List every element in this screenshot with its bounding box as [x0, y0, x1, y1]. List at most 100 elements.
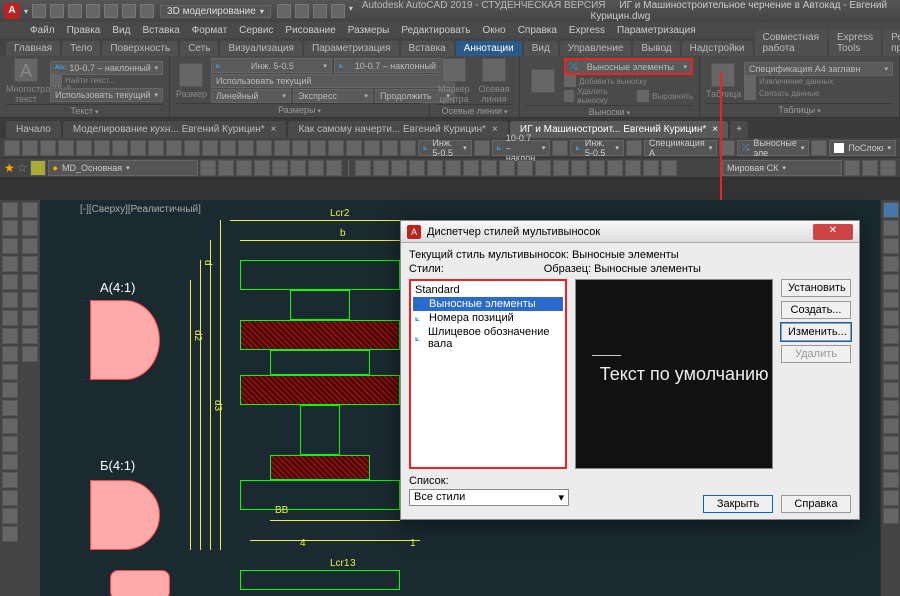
tool-icon[interactable] [22, 202, 38, 218]
tool-icon[interactable] [883, 436, 899, 452]
doc-tab-1[interactable]: Моделирование кухн... Евгений Курицин*× [63, 121, 287, 138]
extract-data-btn[interactable]: Извлечение данных [744, 76, 893, 88]
tool-icon[interactable] [22, 238, 38, 254]
close-tab-icon[interactable]: × [492, 124, 498, 135]
doc-tab-3[interactable]: ИГ и Машиностроит... Евгений Курицин*× [510, 121, 728, 138]
menu-draw[interactable]: Рисование [285, 25, 335, 36]
tool-icon[interactable] [22, 328, 38, 344]
tool-icon[interactable] [2, 382, 18, 398]
tb-ic[interactable] [373, 160, 389, 176]
rtab-view[interactable]: Вид [524, 41, 558, 56]
tb-ic[interactable] [535, 160, 551, 176]
menu-help[interactable]: Справка [518, 25, 557, 36]
arc-tool-icon[interactable] [2, 256, 18, 272]
tool-icon[interactable] [883, 472, 899, 488]
dialog-titlebar[interactable]: A Диспетчер стилей мультивыносок ✕ [401, 221, 859, 243]
tb-ic[interactable] [94, 140, 110, 156]
remove-leader-btn[interactable]: Удалить выноску [564, 87, 631, 105]
close-button[interactable]: Закрыть [703, 495, 773, 513]
tool-icon[interactable] [22, 310, 38, 326]
tool-icon[interactable] [2, 472, 18, 488]
style-item-standard[interactable]: Standard [413, 283, 563, 297]
hatch-tool-icon[interactable] [2, 310, 18, 326]
menu-format[interactable]: Формат [192, 25, 228, 36]
tb-ic[interactable] [328, 140, 344, 156]
tool-icon[interactable] [22, 346, 38, 362]
tool-icon[interactable] [883, 310, 899, 326]
circle-tool-icon[interactable] [2, 238, 18, 254]
qat-ic2[interactable] [295, 4, 309, 18]
tb-ic[interactable] [844, 160, 860, 176]
tool-icon[interactable] [883, 400, 899, 416]
tb-ic[interactable] [445, 160, 461, 176]
menu-modify[interactable]: Редактировать [401, 25, 470, 36]
bylayer-dd[interactable]: ПоСлою [829, 140, 896, 156]
menu-express[interactable]: Express [569, 25, 605, 36]
text-style-dropdown[interactable]: ᴬᵇᶜ10-0.7 – наклонный [50, 61, 163, 75]
tb-ic[interactable] [254, 160, 270, 176]
list-filter-dropdown[interactable]: Все стили [409, 489, 569, 506]
tb-ic[interactable] [310, 140, 326, 156]
qat-saveas-icon[interactable] [86, 4, 100, 18]
menu-file[interactable]: Файл [30, 25, 55, 36]
tb-ic[interactable] [517, 160, 533, 176]
qat-share-icon[interactable] [277, 4, 291, 18]
qat-redo-icon[interactable] [140, 4, 154, 18]
tb-ic[interactable] [202, 140, 218, 156]
tool-icon[interactable] [2, 328, 18, 344]
tb-ic[interactable] [274, 140, 290, 156]
delete-style-button[interactable]: Удалить [781, 345, 851, 363]
tool-icon[interactable] [2, 526, 18, 542]
tool-icon[interactable] [883, 292, 899, 308]
rtab-param[interactable]: Параметризация [304, 41, 399, 56]
tb-ic[interactable] [22, 140, 38, 156]
tb-ic[interactable] [382, 140, 398, 156]
nav-tool-icon[interactable] [883, 202, 899, 218]
tool-icon[interactable] [2, 418, 18, 434]
help-button[interactable]: Справка [781, 495, 851, 513]
panel-tables-title[interactable]: Таблицы [706, 103, 893, 115]
tb-ic[interactable] [499, 160, 515, 176]
tb-ic[interactable] [346, 140, 362, 156]
rtab-surface[interactable]: Поверхность [102, 41, 178, 56]
set-current-button[interactable]: Установить [781, 279, 851, 297]
tb-ic[interactable] [409, 160, 425, 176]
tb-ic[interactable] [220, 140, 236, 156]
rtab-featured[interactable]: Рекомендованные приложения [883, 30, 900, 56]
tool-icon[interactable] [883, 346, 899, 362]
menu-edit[interactable]: Правка [67, 25, 101, 36]
new-doc-tab[interactable]: + [730, 121, 748, 138]
rtab-solid[interactable]: Тело [62, 41, 100, 56]
tb-ic[interactable] [625, 160, 641, 176]
qat-new-icon[interactable] [32, 4, 46, 18]
dimstyle3-dd[interactable]: ⟀Инж. 5-0.5 [570, 140, 624, 156]
tb-ic[interactable] [4, 140, 20, 156]
polyline-tool-icon[interactable] [2, 220, 18, 236]
qat-undo-icon[interactable] [122, 4, 136, 18]
add-leader-btn[interactable]: Добавить выноску [564, 75, 693, 87]
tool-icon[interactable] [2, 400, 18, 416]
layer-light-icon[interactable] [30, 160, 46, 176]
tool-icon[interactable] [2, 508, 18, 524]
tb-ic[interactable] [661, 160, 677, 176]
tool-icon[interactable] [883, 508, 899, 524]
tb-ic[interactable] [463, 160, 479, 176]
tb-ic[interactable] [130, 140, 146, 156]
menu-dimension[interactable]: Размеры [348, 25, 390, 36]
tb-ic[interactable] [811, 140, 827, 156]
tool-icon[interactable] [883, 364, 899, 380]
close-tab-icon[interactable]: × [712, 124, 718, 135]
menu-view[interactable]: Вид [112, 25, 130, 36]
rtab-output[interactable]: Вывод [633, 41, 679, 56]
tool-icon[interactable] [883, 238, 899, 254]
link-data-btn[interactable]: Связать данные [744, 88, 893, 100]
dimstyle1-dd[interactable]: ⟀Инж. 5-0.5 [418, 140, 472, 156]
tb-ic[interactable] [862, 160, 878, 176]
tool-icon[interactable] [883, 418, 899, 434]
rtab-express[interactable]: Express Tools [829, 30, 881, 56]
star-empty-icon[interactable]: ☆ [17, 161, 28, 175]
style-item-positions[interactable]: ⟀Номера позиций [413, 311, 563, 325]
tb-ic[interactable] [326, 160, 342, 176]
tool-icon[interactable] [2, 454, 18, 470]
tb-ic[interactable] [626, 140, 642, 156]
